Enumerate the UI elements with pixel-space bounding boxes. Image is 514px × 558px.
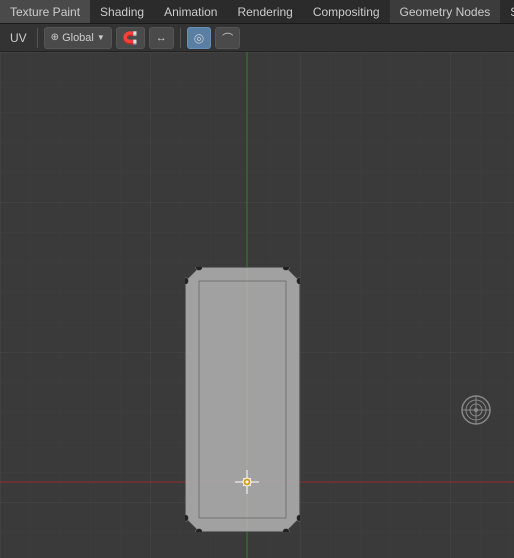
viewport[interactable] [0,52,514,558]
proportional-edit-button[interactable]: ◎ [187,27,211,49]
toolbar-separator-2 [180,28,181,48]
menu-rendering[interactable]: Rendering [227,0,302,23]
menu-shading[interactable]: Shading [90,0,154,23]
origin-indicator [235,470,259,494]
dropdown-arrow-icon: ▼ [97,33,105,42]
nav-widget[interactable] [458,392,494,428]
falloff-icon: ⌒ [222,30,233,46]
menu-compositing[interactable]: Compositing [303,0,390,23]
toolbar: UV ⊕ Global ▼ 🧲 ↔ ◎ ⌒ [0,24,514,52]
pivot-icon: ⊕ [51,32,59,43]
falloff-button[interactable]: ⌒ [215,27,240,49]
menu-bar: Texture Paint Shading Animation Renderin… [0,0,514,24]
transform-label: Global [62,32,94,44]
proportional-icon: ◎ [194,31,204,45]
menu-extra[interactable]: S [500,0,514,23]
menu-texture-paint[interactable]: Texture Paint [0,0,90,23]
menu-animation[interactable]: Animation [154,0,227,23]
snap-button[interactable]: 🧲 [116,27,145,49]
uv-label: UV [6,31,31,45]
mirror-button[interactable]: ↔ [149,27,174,49]
mirror-icon: ↔ [156,32,167,44]
menu-geometry-nodes[interactable]: Geometry Nodes [390,0,501,23]
transform-pivot-button[interactable]: ⊕ Global ▼ [44,27,112,49]
snap-icon: 🧲 [123,31,138,45]
toolbar-separator-1 [37,28,38,48]
